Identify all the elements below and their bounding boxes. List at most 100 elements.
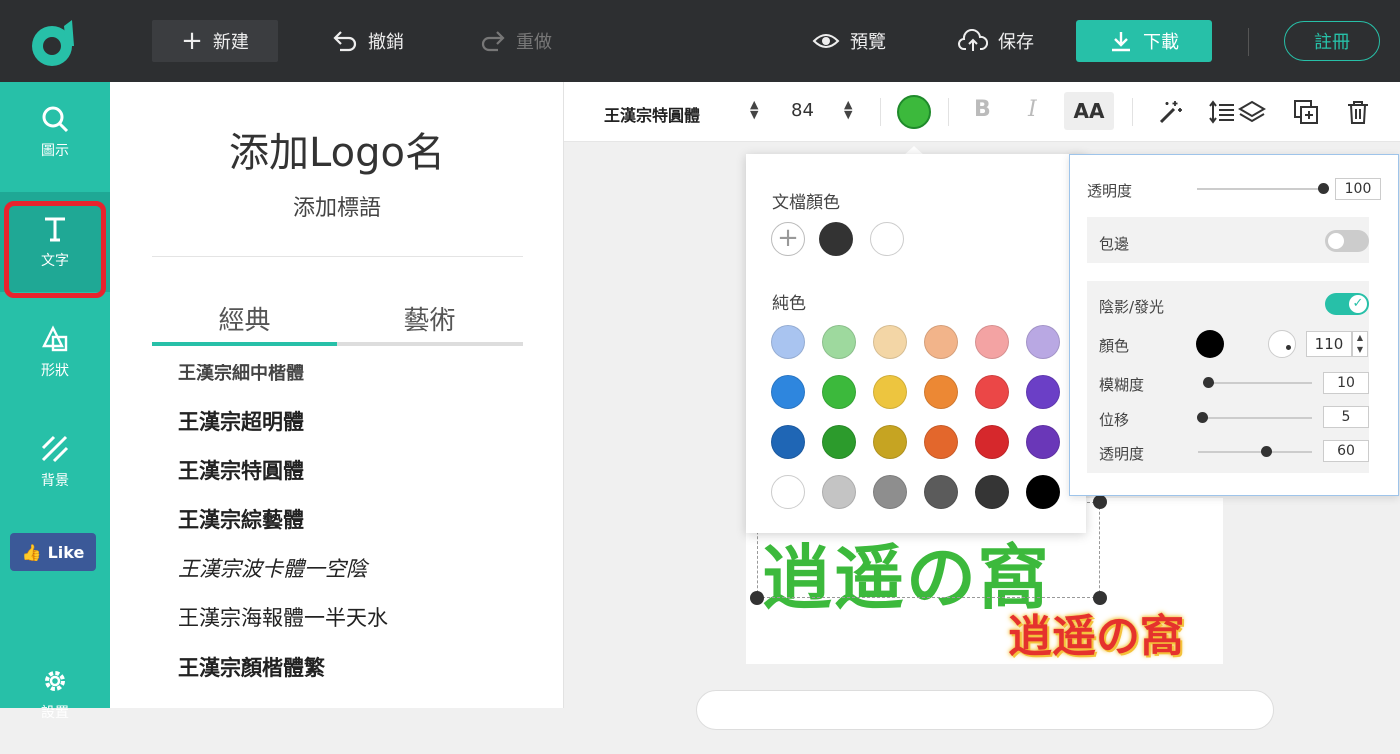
- shadow-color-swatch[interactable]: [1196, 330, 1224, 358]
- tab-classic[interactable]: 經典: [152, 300, 337, 337]
- text-color-button[interactable]: [897, 95, 931, 129]
- resize-handle[interactable]: [750, 591, 764, 605]
- format-divider: [880, 98, 881, 126]
- register-button[interactable]: 註冊: [1284, 21, 1380, 61]
- resize-handle[interactable]: [1093, 495, 1107, 509]
- blur-label: 模糊度: [1099, 376, 1145, 394]
- redo-button[interactable]: 重做: [480, 20, 552, 62]
- color-swatch[interactable]: [924, 325, 958, 359]
- blur-slider-knob[interactable]: [1203, 377, 1214, 388]
- color-swatch[interactable]: [771, 475, 805, 509]
- outline-toggle[interactable]: [1325, 230, 1369, 252]
- letter-case-button[interactable]: AA: [1064, 92, 1114, 130]
- zoom-control-bar[interactable]: [696, 690, 1274, 730]
- color-swatch[interactable]: [771, 425, 805, 459]
- add-logo-name-button[interactable]: 添加Logo名: [110, 120, 564, 178]
- font-item[interactable]: 王漢宗顏楷體繁: [178, 643, 558, 692]
- color-swatch[interactable]: [771, 325, 805, 359]
- color-swatch[interactable]: [873, 375, 907, 409]
- color-swatch[interactable]: [1026, 325, 1060, 359]
- opacity-slider-knob[interactable]: [1318, 183, 1329, 194]
- angle-stepper-icon[interactable]: ▲ ▼: [1352, 331, 1368, 357]
- italic-button[interactable]: I: [1028, 97, 1037, 122]
- line-spacing-icon[interactable]: [1208, 98, 1236, 126]
- add-slogan-button[interactable]: 添加標語: [110, 190, 564, 222]
- layers-icon[interactable]: [1238, 98, 1266, 126]
- shadow-angle-input[interactable]: 110: [1306, 331, 1352, 357]
- cloud-upload-icon: [958, 29, 988, 51]
- blur-slider[interactable]: [1204, 382, 1312, 384]
- color-swatch[interactable]: [975, 375, 1009, 409]
- solid-colors-label: 純色: [772, 294, 806, 314]
- active-nav-highlight: [4, 201, 106, 298]
- color-swatch[interactable]: [1026, 375, 1060, 409]
- font-family-stepper-icon[interactable]: ▲ ▼: [750, 99, 758, 120]
- color-swatch[interactable]: [870, 222, 904, 256]
- search-icon: [42, 106, 69, 133]
- tab-artistic[interactable]: 藝術: [337, 300, 522, 337]
- preview-label: 預覽: [850, 32, 886, 53]
- color-swatch[interactable]: [771, 375, 805, 409]
- bold-button[interactable]: B: [974, 97, 991, 122]
- font-size-input[interactable]: 84: [791, 100, 814, 121]
- color-swatch[interactable]: [873, 325, 907, 359]
- color-swatch[interactable]: [819, 222, 853, 256]
- new-label: 新建: [212, 32, 249, 53]
- save-button[interactable]: 保存: [958, 20, 1034, 62]
- nav-item-icons[interactable]: 圖示: [0, 82, 110, 182]
- shadow-opacity-input[interactable]: 60: [1323, 440, 1369, 462]
- color-swatch[interactable]: [822, 475, 856, 509]
- color-swatch[interactable]: [873, 425, 907, 459]
- font-item[interactable]: 王漢宗超明體: [178, 398, 558, 447]
- color-swatch[interactable]: [1026, 475, 1060, 509]
- redo-icon: [481, 31, 505, 52]
- duplicate-icon[interactable]: [1292, 98, 1320, 126]
- color-swatch[interactable]: [975, 325, 1009, 359]
- shadow-angle-dial[interactable]: [1268, 330, 1296, 358]
- gear-icon: [45, 671, 65, 691]
- color-swatch[interactable]: [924, 375, 958, 409]
- undo-label: 撤銷: [368, 32, 404, 53]
- color-swatch[interactable]: [822, 375, 856, 409]
- undo-button[interactable]: 撤銷: [332, 20, 404, 62]
- opacity-slider[interactable]: [1197, 188, 1323, 190]
- font-family-select[interactable]: 王漢宗特圓體: [604, 102, 700, 126]
- color-swatch[interactable]: [975, 425, 1009, 459]
- color-swatch[interactable]: [975, 475, 1009, 509]
- font-size-stepper-icon[interactable]: ▲ ▼: [844, 99, 852, 120]
- add-color-button[interactable]: +: [771, 222, 805, 256]
- color-swatch[interactable]: [822, 325, 856, 359]
- font-item[interactable]: 王漢宗波卡體一空陰: [178, 545, 558, 594]
- color-swatch[interactable]: [822, 425, 856, 459]
- magic-wand-icon[interactable]: [1156, 98, 1184, 126]
- font-item[interactable]: 王漢宗特圓體: [178, 447, 558, 496]
- color-swatch[interactable]: [924, 425, 958, 459]
- preview-button[interactable]: 預覽: [812, 20, 886, 62]
- nav-item-settings[interactable]: 設置: [0, 654, 110, 754]
- nav-item-shapes[interactable]: 形狀: [0, 302, 110, 402]
- opacity-input[interactable]: 100: [1335, 178, 1381, 200]
- slogan-text[interactable]: 逍遥の窩: [1008, 600, 1184, 664]
- offset-slider[interactable]: [1198, 417, 1312, 419]
- shadow-opacity-slider[interactable]: [1198, 451, 1312, 453]
- nav-item-background[interactable]: 背景: [0, 412, 110, 512]
- toolbar-divider: [1248, 28, 1249, 56]
- font-item[interactable]: 王漢宗綜藝體: [178, 496, 558, 545]
- facebook-like-button[interactable]: 👍 Like: [10, 533, 96, 571]
- trash-icon[interactable]: [1344, 98, 1372, 126]
- color-swatch[interactable]: [924, 475, 958, 509]
- offset-input[interactable]: 5: [1323, 406, 1369, 428]
- download-button[interactable]: 下載: [1076, 20, 1212, 62]
- color-swatch[interactable]: [1026, 425, 1060, 459]
- offset-slider-knob[interactable]: [1197, 412, 1208, 423]
- font-item[interactable]: 王漢宗海報體一半天水: [178, 594, 558, 643]
- color-swatch[interactable]: [873, 475, 907, 509]
- shadow-toggle[interactable]: ✓: [1325, 293, 1369, 315]
- blur-input[interactable]: 10: [1323, 372, 1369, 394]
- shadow-opacity-slider-knob[interactable]: [1261, 446, 1272, 457]
- document-colors-label: 文檔顏色: [772, 193, 840, 213]
- app-logo[interactable]: [28, 16, 82, 70]
- tab-indicator: [152, 342, 523, 346]
- font-item[interactable]: 王漢宗細中楷體: [178, 364, 558, 384]
- new-button[interactable]: + 新建: [152, 20, 278, 62]
